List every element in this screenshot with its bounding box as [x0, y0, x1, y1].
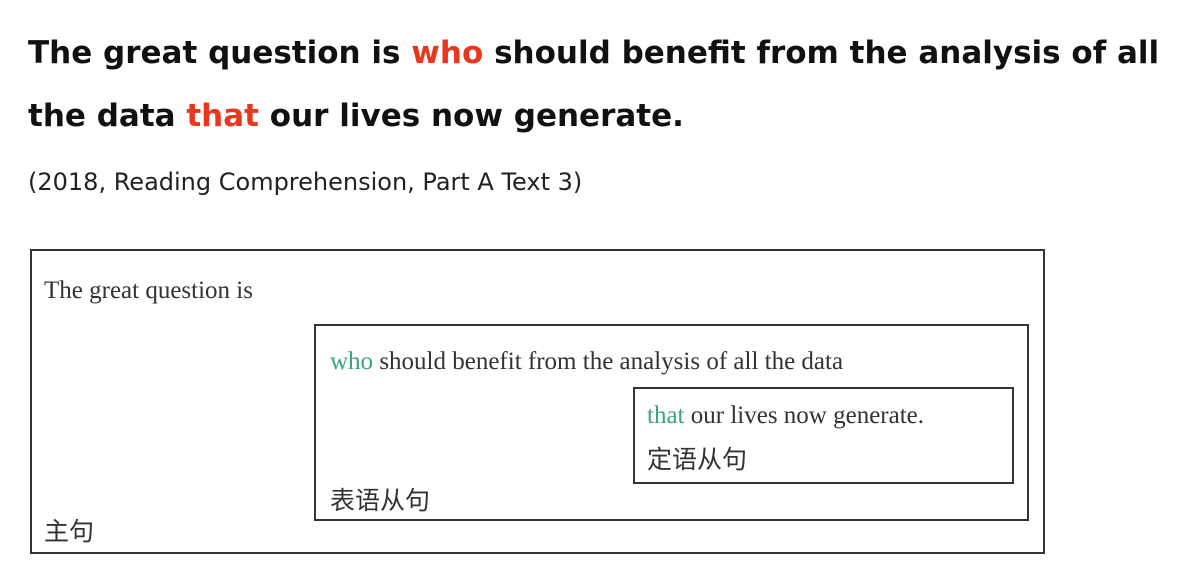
predicative-who: who — [330, 348, 374, 375]
main-clause-label: 主句 — [44, 517, 95, 546]
main-clause-text: The great question is — [44, 277, 253, 304]
source-citation: (2018, Reading Comprehension, Part A Tex… — [28, 168, 583, 196]
predicative-clause-label: 表语从句 — [330, 486, 431, 515]
attributive-that: that — [647, 402, 685, 429]
predicative-clause-text: who should benefit from the analysis of … — [330, 348, 843, 376]
predicative-rest: should benefit from the analysis of all … — [373, 348, 844, 375]
example-sentence: The great question is who should benefit… — [28, 22, 1178, 148]
sentence-part-3: our lives now generate. — [259, 98, 684, 134]
attributive-clause-text: that our lives now generate. — [647, 402, 924, 430]
attributive-rest: our lives now generate. — [684, 402, 925, 429]
highlight-that: that — [186, 98, 259, 134]
sentence-part-1: The great question is — [28, 35, 412, 71]
highlight-who: who — [411, 35, 484, 71]
attributive-clause-label: 定语从句 — [647, 445, 748, 474]
